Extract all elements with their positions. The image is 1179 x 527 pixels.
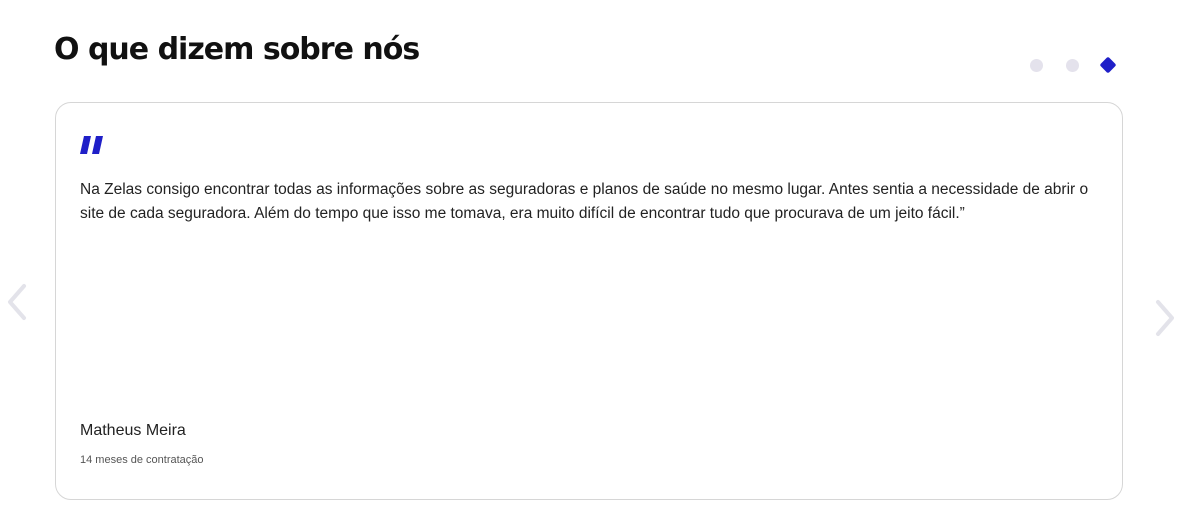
quote-icon <box>80 136 103 154</box>
carousel-dot-2[interactable] <box>1066 58 1079 72</box>
chevron-left-icon <box>8 284 26 320</box>
carousel-prev-button[interactable] <box>4 282 32 322</box>
carousel-dot-3-active[interactable] <box>1099 56 1117 74</box>
testimonial-author: Matheus Meira <box>80 422 186 439</box>
carousel-dot-1[interactable] <box>1030 58 1043 72</box>
testimonial-author-meta: 14 meses de contratação <box>80 454 204 466</box>
carousel-next-button[interactable] <box>1150 298 1178 338</box>
testimonial-card: Na Zelas consigo encontrar todas as info… <box>55 102 1123 500</box>
testimonial-text: Na Zelas consigo encontrar todas as info… <box>80 181 1089 222</box>
chevron-right-icon <box>1156 300 1174 336</box>
carousel-pagination <box>1030 56 1117 74</box>
testimonials-section: O que dizem sobre nós Na Zelas consigo e… <box>0 0 1179 527</box>
section-title: O que dizem sobre nós <box>54 32 420 67</box>
